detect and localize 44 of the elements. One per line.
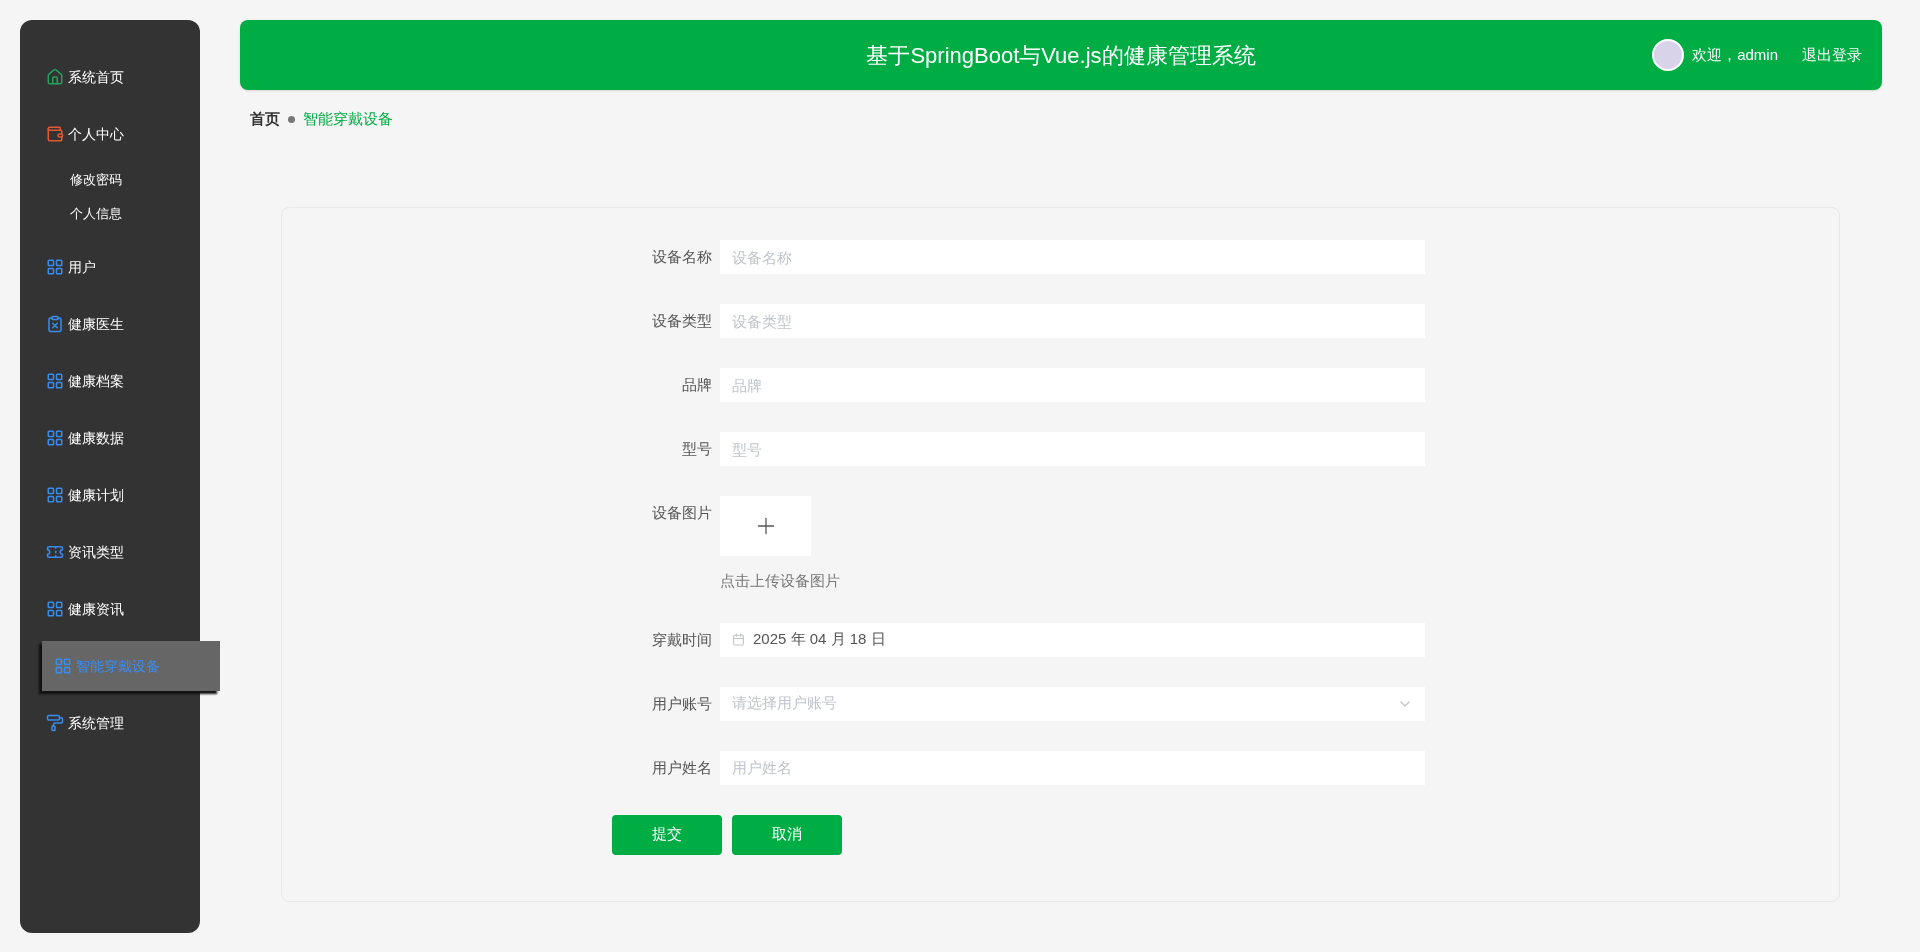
date-field[interactable]: 2025 年 04 月 18 日 (720, 622, 1425, 657)
breadcrumb-item[interactable]: 首页 (250, 107, 280, 131)
field-label: 穿戴时间 (651, 629, 712, 650)
sidebar-item[interactable]: 健康数据 (20, 413, 200, 463)
sidebar-item[interactable]: 个人中心 (20, 109, 200, 159)
grid-icon (46, 372, 64, 390)
field-label: 型号 (681, 439, 712, 459)
grid-icon (46, 258, 64, 276)
sidebar-item[interactable]: 健康医生 (20, 299, 200, 349)
welcome-text: 欢迎，admin (1692, 44, 1778, 65)
field-label: 用户账号 (651, 693, 712, 714)
sidebar-item[interactable]: 系统管理 (20, 698, 200, 748)
field-label: 设备类型 (651, 311, 712, 331)
sidebar-item[interactable]: 资讯类型 (20, 527, 200, 577)
text-field[interactable]: 设备名称 (720, 240, 1425, 274)
avatar[interactable] (1652, 39, 1685, 71)
select-placeholder: 请选择用户账号 (732, 693, 837, 714)
sidebar-item[interactable]: 用户 (20, 242, 200, 292)
text-field[interactable]: 型号 (720, 432, 1425, 466)
wallet-icon (46, 125, 64, 143)
sidebar-item[interactable]: 系统首页 (20, 52, 200, 102)
clipboard-icon (46, 315, 64, 333)
app-title: 基于SpringBoot与Vue.js的健康管理系统 (866, 41, 1256, 70)
grid-icon (46, 486, 64, 504)
grid-icon (54, 657, 72, 675)
field-label: 用户姓名 (651, 757, 712, 778)
field-label: 品牌 (681, 375, 712, 395)
sidebar-item[interactable]: 健康资讯 (20, 584, 200, 634)
submenu-item[interactable]: 个人信息 (20, 197, 200, 231)
calendar-icon (732, 633, 745, 646)
grid-icon (46, 600, 64, 618)
text-field[interactable]: 品牌 (720, 368, 1425, 402)
grid-icon (46, 429, 64, 447)
sidebar-item[interactable]: 健康档案 (20, 356, 200, 406)
paint-roller-icon (46, 714, 64, 732)
house-icon (46, 68, 64, 86)
text-field[interactable]: 用户姓名 (720, 750, 1425, 785)
field-label: 设备名称 (651, 247, 712, 267)
field-label: 设备图片 (651, 503, 712, 523)
sidebar-item[interactable]: 健康计划 (20, 470, 200, 520)
upload-hint: 点击上传设备图片 (720, 571, 840, 591)
ticket-icon (46, 543, 64, 561)
submenu-item[interactable]: 修改密码 (20, 163, 200, 197)
text-field[interactable]: 设备类型 (720, 304, 1425, 338)
